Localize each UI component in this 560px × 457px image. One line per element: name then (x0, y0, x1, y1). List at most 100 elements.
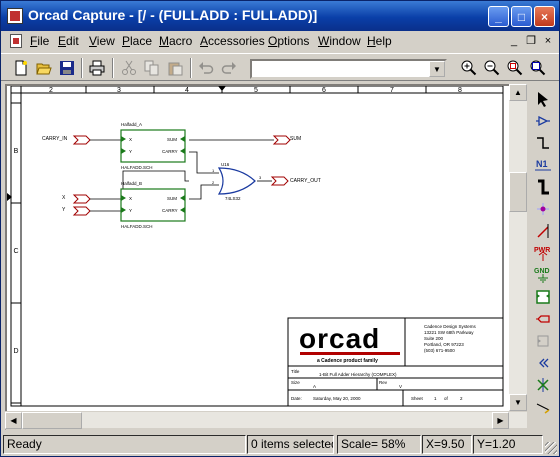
bus-entry-tool[interactable] (531, 220, 554, 242)
place-part-tool[interactable] (531, 110, 554, 132)
hier-block-halfadd-b[interactable]: Halfadd_B HALFADD.SCH X Y SUM CARRY (120, 181, 186, 229)
mdi-restore-button[interactable]: ❐ (524, 34, 538, 48)
schematic-drawing[interactable]: 2 3 4 5 6 7 8 B C D CARRY_IN X Y SUM CAR… (7, 86, 525, 428)
new-button[interactable] (10, 57, 32, 79)
menu-bar: File Edit View Place Macro Accessories O… (1, 31, 559, 51)
print-icon (89, 60, 105, 76)
scroll-left-button[interactable]: ◀ (5, 412, 22, 429)
window-title: Orcad Capture - [/ - (FULLADD : FULLADD)… (28, 7, 318, 23)
or-gate-u16[interactable]: U16 1 2 3 74LS32 (212, 162, 262, 201)
redo-button[interactable] (218, 57, 240, 79)
net-alias-tool[interactable]: N1 (531, 154, 554, 176)
hierarchical-port-tool[interactable] (531, 308, 554, 330)
paste-button[interactable] (164, 57, 186, 79)
column-label-6: 6 (322, 87, 326, 94)
resize-grip[interactable] (545, 442, 557, 454)
app-window: Orcad Capture - [/ - (FULLADD : FULLADD)… (0, 0, 560, 457)
place-bus-tool[interactable] (531, 176, 554, 198)
menu-file[interactable]: File (30, 34, 49, 48)
select-tool[interactable] (531, 88, 554, 110)
menu-options[interactable]: Options (268, 34, 309, 48)
block-body (120, 188, 186, 222)
ground-tool[interactable]: GND (531, 264, 554, 286)
app-icon[interactable] (7, 8, 23, 24)
power-tool[interactable]: PWR (531, 242, 554, 264)
svg-text:Y: Y (129, 149, 132, 154)
copy-button[interactable] (141, 57, 163, 79)
scroll-up-button[interactable]: ▲ (509, 84, 527, 101)
undo-button[interactable] (195, 57, 217, 79)
port-carry-in[interactable]: CARRY_IN (42, 135, 91, 145)
logo-underline (300, 352, 400, 355)
scroll-down-button[interactable]: ▼ (509, 394, 527, 411)
svg-text:HALFADD.SCH: HALFADD.SCH (121, 224, 153, 229)
document-icon[interactable] (10, 34, 22, 48)
company-line-1: Cadence Design Systems (424, 324, 477, 329)
close-button[interactable]: × (534, 6, 555, 27)
title-value: 1-Bit Full Adder Hierarchy (COMPLEX) (319, 372, 397, 377)
svg-text:CARRY_OUT: CARRY_OUT (290, 178, 321, 184)
chevron-down-icon[interactable]: ▼ (429, 61, 445, 77)
horizontal-scroll-thumb[interactable] (22, 412, 82, 429)
logo-tagline: a Cadence product family (317, 358, 378, 364)
paste-icon (168, 62, 183, 76)
port-y[interactable]: Y (62, 206, 91, 216)
cut-button[interactable] (118, 57, 140, 79)
open-button[interactable] (33, 57, 55, 79)
svg-text:Y: Y (129, 208, 132, 213)
zoom-out-icon (484, 60, 500, 76)
svg-text:N1: N1 (536, 159, 548, 169)
no-connect-tool[interactable] (531, 374, 554, 396)
scroll-right-button[interactable]: ▶ (492, 412, 509, 429)
hierarchical-block-tool[interactable] (531, 286, 554, 308)
maximize-button[interactable]: □ (511, 6, 532, 27)
place-wire-tool[interactable] (531, 132, 554, 154)
mdi-close-button[interactable]: × (541, 34, 555, 48)
zoom-out-button[interactable] (481, 57, 503, 79)
print-button[interactable] (86, 57, 108, 79)
svg-text:SUM: SUM (167, 137, 177, 142)
port-carry-out[interactable]: CARRY_OUT (270, 176, 321, 186)
minimize-button[interactable]: _ (488, 6, 509, 27)
off-page-connector-tool[interactable] (531, 352, 554, 374)
svg-text:Halfadd_A: Halfadd_A (121, 122, 142, 127)
menu-window[interactable]: Window (318, 34, 361, 48)
menu-macro[interactable]: Macro (159, 34, 192, 48)
port-sum[interactable]: SUM (272, 135, 301, 145)
status-ready: Ready (3, 435, 246, 454)
hier-block-halfadd-a[interactable]: Halfadd_A HALFADD.SCH X Y SUM CARRY (120, 122, 186, 170)
menu-help[interactable]: Help (367, 34, 392, 48)
title-block[interactable]: orcad a Cadence product family Cadence D… (287, 317, 504, 407)
part-combo[interactable]: ▼ (250, 59, 447, 79)
column-label-8: 8 (458, 87, 462, 94)
row-label-c: C (13, 248, 18, 255)
company-line-3: Suite 200 (424, 336, 444, 341)
port-shape (72, 135, 91, 145)
hierarchical-pin-tool[interactable] (531, 330, 554, 352)
no-connect-icon (536, 378, 549, 392)
horizontal-scrollbar[interactable]: ◀ ▶ (5, 411, 527, 429)
company-line-5: (503) 671-9500 (424, 348, 455, 353)
line-tool[interactable] (531, 396, 554, 418)
junction-tool[interactable] (531, 198, 554, 220)
menu-view[interactable]: View (89, 34, 115, 48)
zoom-all-button[interactable] (527, 57, 549, 79)
menu-edit[interactable]: Edit (58, 34, 79, 48)
menu-accessories[interactable]: Accessories (200, 34, 265, 48)
port-x[interactable]: X (62, 194, 91, 204)
save-button[interactable] (56, 57, 78, 79)
schematic-canvas[interactable]: 2 3 4 5 6 7 8 B C D CARRY_IN X Y SUM CAR… (5, 84, 527, 430)
toolbar-separator (190, 58, 192, 78)
svg-text:SUM: SUM (167, 196, 177, 201)
menu-place[interactable]: Place (122, 34, 152, 48)
column-cursor-marker (218, 86, 226, 91)
svg-text:U16: U16 (221, 162, 230, 167)
zoom-in-button[interactable] (458, 57, 480, 79)
vertical-scrollbar[interactable]: ▲ ▼ (509, 84, 527, 411)
main-toolbar: ▼ (1, 53, 559, 81)
title-bar[interactable]: Orcad Capture - [/ - (FULLADD : FULLADD)… (1, 1, 559, 31)
zoom-area-button[interactable] (504, 57, 526, 79)
undo-icon (199, 62, 214, 74)
mdi-minimize-button[interactable]: _ (507, 34, 521, 48)
vertical-scroll-thumb[interactable] (509, 172, 527, 212)
